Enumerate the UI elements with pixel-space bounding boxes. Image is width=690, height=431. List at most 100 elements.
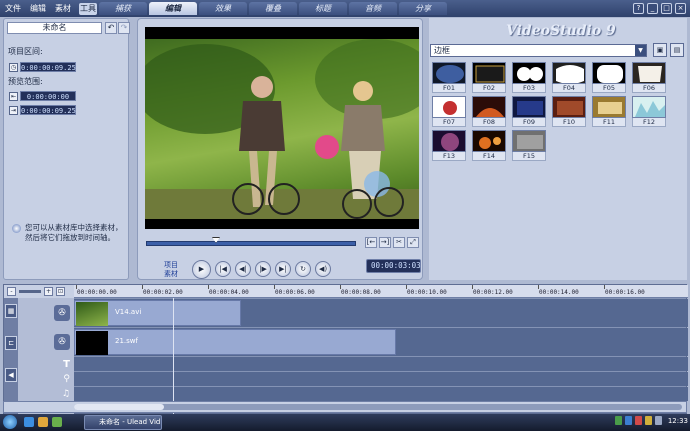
voice-track[interactable] [74, 372, 688, 386]
tab-effect[interactable]: 效果 [199, 2, 247, 15]
fit-icon[interactable]: ⊡ [56, 287, 65, 296]
zoom-slider[interactable] [19, 290, 41, 293]
import-icon[interactable]: ▣ [653, 43, 667, 57]
library-thumbnail[interactable]: F14 [471, 130, 507, 161]
horizontal-scrollbar[interactable] [74, 404, 682, 410]
thumbnail-label: F03 [512, 84, 546, 93]
volume-button[interactable]: ◀) [315, 261, 331, 277]
tray-network-icon[interactable] [614, 416, 622, 425]
mark-in-icon[interactable]: ⇤ [9, 91, 18, 101]
film-reel-icon[interactable]: ✇ [54, 305, 70, 321]
title-t-icon[interactable]: T [63, 359, 70, 370]
library-thumbnail[interactable]: F11 [591, 96, 627, 127]
mode-project[interactable]: 项目 [164, 261, 178, 270]
close-button[interactable]: × [675, 3, 686, 14]
library-thumbnail[interactable]: F15 [511, 130, 547, 161]
overlay-clip[interactable]: 21.swf [74, 329, 396, 355]
maximize-button[interactable]: □ [661, 3, 672, 14]
library-thumbnail[interactable]: F04 [551, 62, 587, 93]
quicklaunch-folder-icon[interactable] [38, 417, 48, 427]
thumbnail-label: F10 [552, 118, 586, 127]
end-button[interactable]: ▶| [275, 261, 291, 277]
tab-title[interactable]: 标题 [299, 2, 347, 15]
quicklaunch-app-icon[interactable] [52, 417, 62, 427]
next-frame-button[interactable]: |▶ [255, 261, 271, 277]
library-thumbnail[interactable]: F09 [511, 96, 547, 127]
range-start-value: 0:00:00:00 [20, 91, 76, 101]
thumbnail-image [592, 62, 626, 84]
enlarge-icon[interactable]: ⤢ [407, 237, 419, 248]
zoom-in-icon[interactable]: + [44, 287, 53, 296]
undo-icon[interactable]: ↶ [105, 22, 117, 34]
previous-frame-button[interactable]: ◀| [235, 261, 251, 277]
redo-icon[interactable]: ↷ [118, 22, 130, 34]
mark-out-button[interactable]: →] [379, 237, 391, 248]
folder-icon[interactable]: ▤ [670, 43, 684, 57]
tray-security-icon[interactable] [634, 416, 642, 425]
library-thumbnail[interactable]: F13 [431, 130, 467, 161]
scrub-track[interactable] [146, 241, 356, 246]
trim-buttons: [← →] ✂ ⤢ [365, 237, 419, 248]
scroll-thumb[interactable] [74, 404, 164, 410]
chevron-down-icon[interactable]: ▼ [635, 45, 646, 56]
playhead[interactable] [173, 298, 174, 415]
music-track[interactable] [74, 387, 688, 401]
library-thumbnail[interactable]: F07 [431, 96, 467, 127]
title-track[interactable] [74, 357, 688, 371]
library-thumbnail[interactable]: F12 [631, 96, 667, 127]
tab-edit[interactable]: 编辑 [149, 2, 197, 15]
home-button[interactable]: |◀ [215, 261, 231, 277]
tray-warning-icon[interactable] [644, 416, 652, 425]
video-track[interactable]: V14.avi [74, 299, 688, 327]
mark-in-button[interactable]: [← [365, 237, 377, 248]
library-thumbnail[interactable]: F03 [511, 62, 547, 93]
overlay-reel-icon[interactable]: ✇ [54, 334, 70, 350]
library-thumbnail[interactable]: F08 [471, 96, 507, 127]
menu-file[interactable]: 文件 [4, 3, 22, 15]
mark-out-icon[interactable]: ⇥ [9, 105, 18, 115]
voice-icon[interactable]: ⚲ [63, 374, 70, 384]
thumbnail-image [552, 96, 586, 118]
repeat-button[interactable]: ↻ [295, 261, 311, 277]
play-button[interactable]: ▶ [192, 260, 211, 279]
tab-share[interactable]: 分享 [399, 2, 447, 15]
library-thumbnail[interactable]: F10 [551, 96, 587, 127]
library-thumbnail[interactable]: F05 [591, 62, 627, 93]
music-note-icon[interactable]: ♫ [62, 389, 70, 399]
help-button[interactable]: ? [633, 3, 644, 14]
ruler-tick-label: 00:00:00.00 [77, 289, 117, 296]
preview-scrubber[interactable] [146, 237, 358, 248]
minimize-button[interactable]: _ [647, 3, 658, 14]
timeline-scrollbar [3, 401, 687, 413]
video-clip[interactable]: V14.avi [74, 300, 241, 326]
library-category-select[interactable]: 边框 ▼ [430, 44, 647, 57]
thumbnail-label: F07 [432, 118, 466, 127]
tab-capture[interactable]: 捕获 [99, 2, 147, 15]
tab-audio[interactable]: 音频 [349, 2, 397, 15]
library-thumbnail[interactable]: F06 [631, 62, 667, 93]
timeline-ruler[interactable]: 00:00:00.00 00:00:02.00 00:00:04.00 00:00:0… [74, 285, 688, 298]
mode-clip[interactable]: 素材 [164, 270, 178, 279]
ruler-tick-label: 00:00:14.00 [539, 289, 579, 296]
tray-volume-icon[interactable] [654, 416, 662, 425]
thumbnail-image [432, 130, 466, 152]
overlay-track[interactable]: 21.swf [74, 328, 688, 356]
menu-tools[interactable]: 工具 [79, 3, 97, 15]
tray-app-icon[interactable] [624, 416, 632, 425]
menu-edit[interactable]: 编辑 [29, 3, 47, 15]
thumbnail-label: F04 [552, 84, 586, 93]
play-mode[interactable]: 项目 素材 [164, 261, 178, 279]
start-button[interactable] [3, 415, 17, 429]
cut-icon[interactable]: ✂ [393, 237, 405, 248]
library-thumbnail[interactable]: F01 [431, 62, 467, 93]
menu-clip[interactable]: 素材 [54, 3, 72, 15]
thumbnail-image [512, 130, 546, 152]
taskbar-item[interactable]: 未命名 - Ulead Vid... [84, 415, 162, 430]
zoom-out-icon[interactable]: - [7, 287, 16, 296]
tab-overlay[interactable]: 覆叠 [249, 2, 297, 15]
quicklaunch-ie-icon[interactable] [24, 417, 34, 427]
info-bulb-icon [12, 224, 21, 233]
library-thumbnail[interactable]: F02 [471, 62, 507, 93]
thumbnail-label: F01 [432, 84, 466, 93]
timecode-display[interactable]: 00:00:03:03 [366, 259, 421, 273]
